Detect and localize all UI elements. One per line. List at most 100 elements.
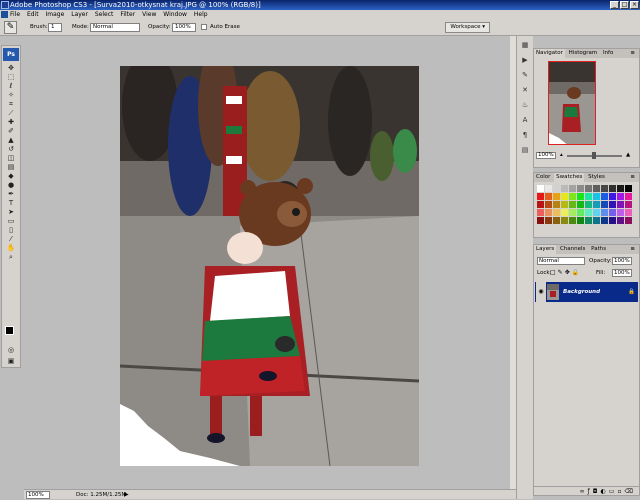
panel-menu-icon[interactable]: ≡ bbox=[628, 173, 637, 182]
menu-image[interactable]: Image bbox=[46, 11, 65, 18]
color-swatch[interactable] bbox=[537, 217, 544, 224]
brush-tool-icon[interactable]: ✐ bbox=[5, 127, 17, 136]
color-swatch[interactable] bbox=[561, 201, 568, 208]
color-swatch[interactable] bbox=[585, 185, 592, 192]
auto-erase-checkbox[interactable] bbox=[201, 24, 207, 30]
move-tool-icon[interactable]: ✥ bbox=[5, 64, 17, 73]
menu-edit[interactable]: Edit bbox=[27, 11, 39, 18]
menu-layer[interactable]: Layer bbox=[71, 11, 88, 18]
color-swatch[interactable] bbox=[569, 217, 576, 224]
color-swatch[interactable] bbox=[593, 193, 600, 200]
zoom-in-icon[interactable]: ▲ bbox=[626, 151, 630, 160]
color-swatch[interactable] bbox=[537, 193, 544, 200]
color-swatch[interactable] bbox=[593, 209, 600, 216]
color-swatch[interactable] bbox=[617, 201, 624, 208]
adjustment-icon[interactable]: ◐ bbox=[601, 488, 609, 495]
tab-swatches[interactable]: Swatches bbox=[554, 173, 585, 182]
opacity-field[interactable]: 100% bbox=[172, 23, 196, 32]
navigator-zoom-field[interactable]: 100% bbox=[536, 152, 556, 159]
shape-tool-icon[interactable]: ▭ bbox=[5, 217, 17, 226]
navigator-preview[interactable] bbox=[548, 61, 596, 145]
notes-tool-icon[interactable]: ▯ bbox=[5, 226, 17, 235]
history-brush-icon[interactable]: ↺ bbox=[5, 145, 17, 154]
tab-channels[interactable]: Channels bbox=[558, 245, 587, 254]
color-swatch[interactable] bbox=[545, 193, 552, 200]
color-swatch[interactable] bbox=[569, 185, 576, 192]
menu-help[interactable]: Help bbox=[194, 11, 208, 18]
trash-icon[interactable]: ⌫ bbox=[625, 488, 636, 495]
foreground-color[interactable] bbox=[5, 326, 14, 335]
blend-mode-select[interactable]: Normal bbox=[537, 257, 585, 265]
mask-icon[interactable]: ◘ bbox=[593, 488, 601, 495]
slice-tool-icon[interactable]: ⟋ bbox=[5, 109, 17, 118]
layer-row-background[interactable]: ◉ Background 🔒 bbox=[535, 282, 638, 302]
status-zoom-field[interactable]: 100% bbox=[26, 491, 50, 499]
color-swatch[interactable] bbox=[609, 185, 616, 192]
color-swatch[interactable] bbox=[625, 185, 632, 192]
color-swatch[interactable] bbox=[601, 185, 608, 192]
magic-wand-tool-icon[interactable]: ✧ bbox=[5, 91, 17, 100]
color-swatch[interactable] bbox=[617, 217, 624, 224]
pencil-tool-icon[interactable]: ✎ bbox=[4, 21, 17, 34]
color-swatch[interactable] bbox=[625, 217, 632, 224]
color-swatch[interactable] bbox=[617, 209, 624, 216]
color-swatch[interactable] bbox=[601, 193, 608, 200]
tab-paths[interactable]: Paths bbox=[589, 245, 608, 254]
brushes-panel-icon[interactable]: ✎ bbox=[520, 70, 531, 81]
color-swatch[interactable] bbox=[625, 201, 632, 208]
color-swatch[interactable] bbox=[585, 201, 592, 208]
zoom-tool-icon[interactable]: ⌕ bbox=[5, 253, 17, 262]
eyedropper-tool-icon[interactable]: ⁄ bbox=[5, 235, 17, 244]
lock-icons[interactable]: □✎✥🔒 bbox=[550, 269, 581, 276]
color-swatch[interactable] bbox=[609, 209, 616, 216]
crop-tool-icon[interactable]: ⌗ bbox=[5, 100, 17, 109]
paragraph-panel-icon[interactable]: ¶ bbox=[520, 130, 531, 141]
character-panel-icon[interactable]: A bbox=[520, 115, 531, 126]
color-swatch[interactable] bbox=[569, 193, 576, 200]
actions-panel-icon[interactable]: ▶ bbox=[520, 55, 531, 66]
color-swatch[interactable] bbox=[625, 209, 632, 216]
color-swatch[interactable] bbox=[553, 209, 560, 216]
color-swatch[interactable] bbox=[545, 217, 552, 224]
color-swatch[interactable] bbox=[545, 201, 552, 208]
color-swatch[interactable] bbox=[561, 217, 568, 224]
color-swatch[interactable] bbox=[561, 193, 568, 200]
color-swatch[interactable] bbox=[545, 209, 552, 216]
type-tool-icon[interactable]: T bbox=[5, 199, 17, 208]
color-swatch[interactable] bbox=[561, 209, 568, 216]
color-swatch[interactable] bbox=[537, 185, 544, 192]
screen-mode-icon[interactable]: ▣ bbox=[5, 357, 17, 366]
tab-histogram[interactable]: Histogram bbox=[567, 49, 600, 58]
link-layers-icon[interactable]: ∞ bbox=[580, 488, 588, 495]
color-swatch[interactable] bbox=[593, 201, 600, 208]
tab-color[interactable]: Color bbox=[534, 173, 552, 182]
close-button[interactable]: × bbox=[630, 1, 639, 9]
color-swatch[interactable] bbox=[553, 185, 560, 192]
visibility-eye-icon[interactable]: ◉ bbox=[536, 282, 546, 302]
zoom-out-icon[interactable]: ▴ bbox=[560, 151, 563, 160]
panel-menu-icon[interactable]: ≡ bbox=[628, 49, 637, 58]
document-canvas-area[interactable] bbox=[24, 36, 516, 489]
history-panel-icon[interactable]: ▦ bbox=[520, 40, 531, 51]
color-swatch[interactable] bbox=[537, 209, 544, 216]
panel-menu-icon[interactable]: ≡ bbox=[628, 245, 637, 254]
color-swatch[interactable] bbox=[577, 217, 584, 224]
tab-styles[interactable]: Styles bbox=[586, 173, 607, 182]
color-swatch[interactable] bbox=[601, 201, 608, 208]
eraser-tool-icon[interactable]: ◫ bbox=[5, 154, 17, 163]
hand-tool-icon[interactable]: ✋ bbox=[5, 244, 17, 253]
color-swatch[interactable] bbox=[593, 217, 600, 224]
maximize-button[interactable]: □ bbox=[620, 1, 629, 9]
color-swatch[interactable] bbox=[609, 193, 616, 200]
menu-file[interactable]: File bbox=[10, 11, 20, 18]
color-swatch[interactable] bbox=[553, 217, 560, 224]
menu-select[interactable]: Select bbox=[95, 11, 114, 18]
gradient-tool-icon[interactable]: ▤ bbox=[5, 163, 17, 172]
layer-opacity-field[interactable]: 100% bbox=[612, 257, 632, 265]
color-swatch[interactable] bbox=[545, 185, 552, 192]
lasso-tool-icon[interactable]: ℓ bbox=[5, 82, 17, 91]
fill-field[interactable]: 100% bbox=[612, 269, 632, 277]
color-swatch[interactable] bbox=[577, 209, 584, 216]
color-swatch[interactable] bbox=[601, 217, 608, 224]
menu-window[interactable]: Window bbox=[163, 11, 187, 18]
